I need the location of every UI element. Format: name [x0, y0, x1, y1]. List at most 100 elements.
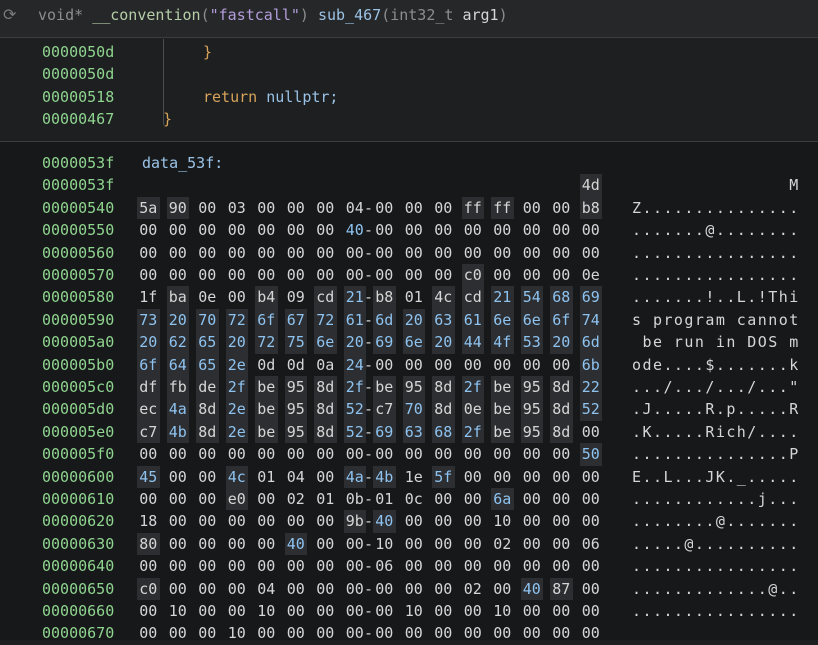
byte-cell[interactable]: 5a: [137, 196, 160, 220]
byte-cell[interactable]: 1f: [137, 286, 160, 308]
hex-row[interactable]: 000005c0 df fb de 2f be 95 8d 2f - be 95 8d 2f be 95 8d 2…: [0, 376, 818, 399]
byte-cell[interactable]: 00: [403, 622, 426, 644]
byte-cell[interactable]: 20: [550, 331, 573, 354]
byte-cell[interactable]: 01: [373, 488, 396, 510]
byte-cell[interactable]: 00: [462, 622, 485, 644]
byte-cell[interactable]: 00: [403, 510, 426, 532]
byte-cell[interactable]: 00: [462, 443, 485, 465]
hex-row[interactable]: 00000630 80 00 00 00 00 40 00 00-10 00 00 00 02 00 00 0…: [0, 532, 818, 556]
byte-cell[interactable]: 65: [196, 353, 219, 376]
byte-cell[interactable]: 00: [491, 354, 514, 376]
byte-cell[interactable]: b8: [579, 196, 603, 220]
byte-cell[interactable]: 00: [521, 443, 544, 465]
byte-cell[interactable]: 87: [550, 577, 573, 600]
byte-cell[interactable]: 53: [520, 331, 544, 354]
hex-row[interactable]: 00000650 c0 00 00 00 04 00 00 00-00 00 00 02 00 40 87 0…: [0, 577, 818, 600]
byte-cell[interactable]: 00: [550, 219, 573, 241]
byte-cell[interactable]: 00: [403, 264, 426, 286]
hex-row[interactable]: 00000640 00 00 00 00 00 00 00 00-06 00 00 00 00 00 00 0…: [0, 555, 818, 577]
byte-cell[interactable]: 4b: [373, 465, 396, 488]
hex-row[interactable]: 00000660 00 10 00 00 10 00 00 00-00 10 00 00 10 00 00 0…: [0, 600, 818, 622]
byte-cell[interactable]: 00: [373, 600, 396, 622]
byte-cell[interactable]: 00: [432, 242, 455, 264]
byte-cell[interactable]: 00: [196, 466, 219, 488]
byte-cell[interactable]: 50: [579, 443, 603, 466]
byte-cell[interactable]: 00: [550, 600, 573, 622]
byte-cell[interactable]: 6b: [579, 353, 603, 376]
byte-cell[interactable]: 2f: [225, 376, 249, 399]
byte-cell[interactable]: 00: [550, 555, 573, 577]
byte-cell[interactable]: 00: [373, 242, 396, 264]
byte-cell[interactable]: 6f: [550, 308, 573, 332]
byte-cell[interactable]: 00: [255, 622, 278, 644]
byte-cell[interactable]: 00: [521, 264, 544, 286]
byte-cell[interactable]: 06: [580, 533, 603, 555]
byte-cell[interactable]: 00: [403, 443, 426, 465]
byte-cell[interactable]: ff: [461, 196, 485, 220]
byte-cell[interactable]: 68: [432, 420, 455, 444]
byte-cell[interactable]: 0a: [314, 354, 337, 376]
byte-cell[interactable]: 6a: [491, 488, 514, 511]
byte-cell[interactable]: 00: [432, 264, 455, 286]
byte-cell[interactable]: 95: [520, 398, 544, 421]
byte-cell[interactable]: 00: [521, 600, 544, 622]
byte-cell[interactable]: 4d: [579, 174, 603, 197]
byte-cell[interactable]: b8: [373, 286, 396, 309]
byte-cell[interactable]: 00: [432, 533, 455, 555]
byte-cell[interactable]: 69: [373, 420, 396, 444]
byte-cell[interactable]: 00: [285, 443, 308, 465]
hex-row[interactable]: 00000580 1f ba 0e 00 b4 09 cd 21- b8 01 4c cd 21 54 68 6…: [0, 286, 818, 309]
byte-cell[interactable]: 74: [579, 308, 603, 332]
byte-cell[interactable]: 09: [285, 286, 308, 308]
byte-cell[interactable]: 00: [521, 354, 544, 376]
byte-cell[interactable]: 02: [462, 578, 485, 600]
byte-cell[interactable]: 0d: [255, 354, 278, 376]
byte-cell[interactable]: 68: [550, 286, 573, 309]
byte-cell[interactable]: 00: [432, 555, 455, 577]
byte-cell[interactable]: 00: [580, 488, 603, 510]
byte-cell[interactable]: c0: [461, 264, 485, 287]
byte-cell[interactable]: 8d: [432, 398, 455, 421]
byte-cell[interactable]: 10: [226, 622, 249, 644]
byte-cell[interactable]: 00: [167, 510, 190, 532]
byte-cell[interactable]: de: [196, 376, 219, 399]
byte-cell[interactable]: 00: [285, 600, 308, 622]
byte-cell[interactable]: 1e: [403, 466, 426, 488]
byte-cell[interactable]: c7: [373, 398, 396, 421]
byte-cell[interactable]: be: [491, 398, 514, 421]
hex-row[interactable]: 0000053f 4d M: [0, 174, 818, 197]
byte-cell[interactable]: 10: [373, 533, 396, 555]
byte-cell[interactable]: 18: [137, 510, 160, 532]
byte-cell[interactable]: 80: [137, 532, 160, 556]
hex-row[interactable]: 000005b0 6f 64 65 2e 0d 0d 0a 24-00 00 00 00 00 00 00 6…: [0, 353, 818, 376]
byte-cell[interactable]: be: [491, 420, 514, 444]
byte-cell[interactable]: 00: [314, 264, 337, 286]
byte-cell[interactable]: 00: [580, 219, 603, 241]
byte-cell[interactable]: 22: [579, 376, 603, 399]
byte-cell[interactable]: 00: [285, 242, 308, 264]
byte-cell[interactable]: 02: [285, 488, 308, 510]
byte-cell[interactable]: 00: [462, 533, 485, 555]
byte-cell[interactable]: 00: [196, 578, 219, 600]
byte-cell[interactable]: 00: [137, 555, 160, 577]
byte-cell[interactable]: 90: [166, 196, 190, 220]
byte-cell[interactable]: 2e: [225, 420, 249, 444]
byte-cell[interactable]: 00: [137, 219, 160, 241]
byte-cell[interactable]: 00: [285, 622, 308, 644]
byte-cell[interactable]: 00: [550, 242, 573, 264]
byte-cell[interactable]: 00: [137, 488, 160, 510]
byte-cell[interactable]: 00: [167, 488, 190, 510]
hex-row[interactable]: 00000610 00 00 00 e0 00 02 01 0b -01 0c 00 00 6a 00 00 0…: [0, 488, 818, 511]
byte-cell[interactable]: 4a: [166, 398, 190, 421]
byte-cell[interactable]: 00: [285, 197, 308, 219]
byte-cell[interactable]: 4b: [166, 420, 190, 444]
byte-cell[interactable]: 75: [284, 331, 308, 354]
byte-cell[interactable]: 00: [432, 443, 455, 465]
byte-cell[interactable]: 00: [550, 466, 573, 488]
byte-cell[interactable]: 73: [137, 308, 160, 332]
byte-cell[interactable]: 00: [137, 443, 160, 465]
byte-cell[interactable]: 00: [550, 443, 573, 465]
byte-cell[interactable]: 00: [226, 578, 249, 600]
byte-cell[interactable]: df: [137, 376, 160, 399]
byte-cell[interactable]: 10: [255, 600, 278, 622]
